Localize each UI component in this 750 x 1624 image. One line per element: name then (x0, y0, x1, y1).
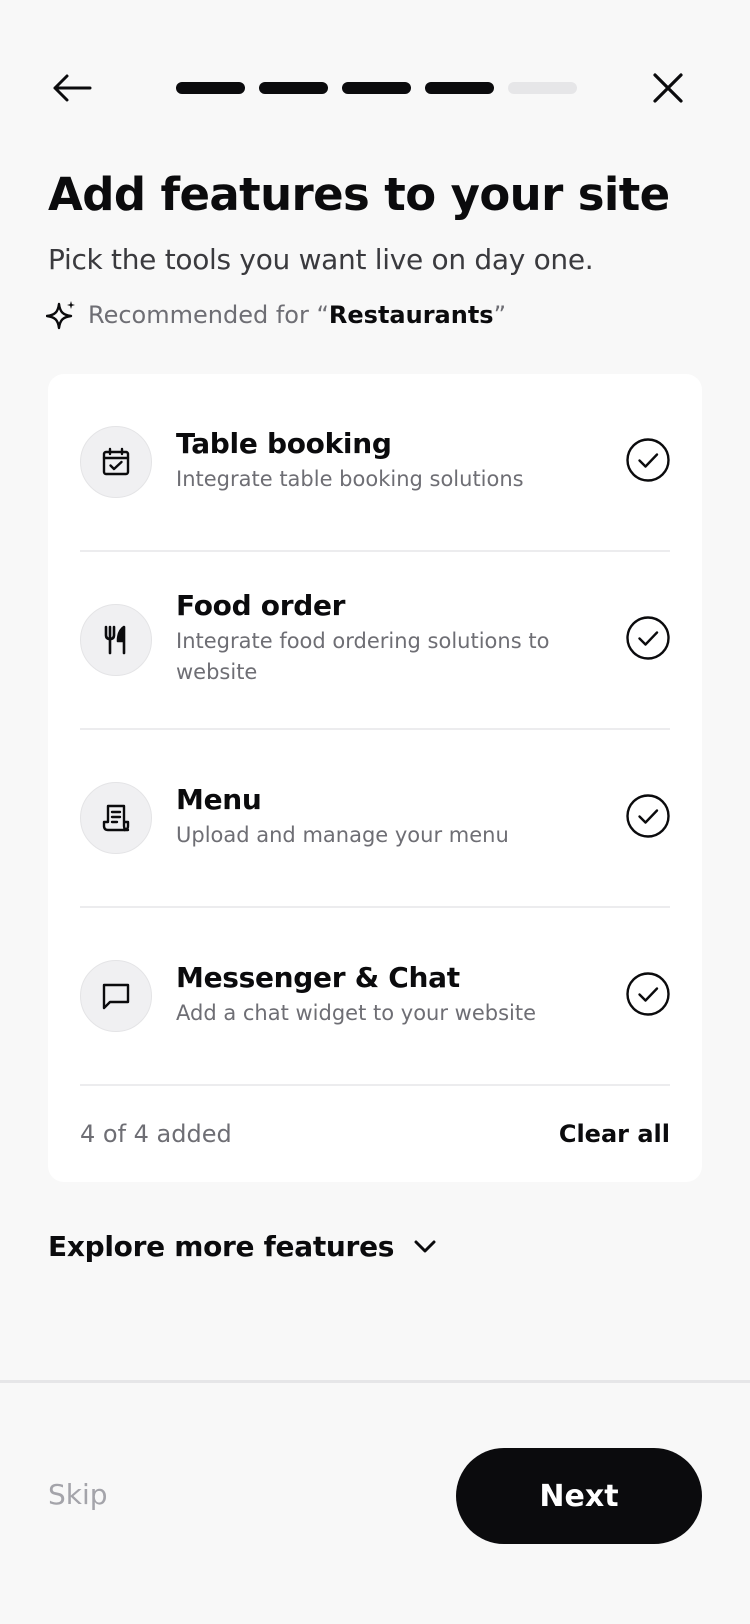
feature-text: Messenger & Chat Add a chat widget to yo… (176, 960, 576, 1029)
clear-all-button[interactable]: Clear all (559, 1120, 670, 1148)
explore-more-features-toggle[interactable]: Explore more features (48, 1230, 436, 1263)
feature-row-food-order[interactable]: Food order Integrate food ordering solut… (80, 552, 670, 730)
feature-description: Add a chat widget to your website (176, 1001, 537, 1025)
features-card: Table booking Integrate table booking so… (48, 374, 702, 1182)
feature-text: Table booking Integrate table booking so… (176, 426, 576, 495)
feature-name: Food order (176, 589, 346, 622)
feature-row-menu[interactable]: Menu Upload and manage your menu (80, 730, 670, 908)
feature-icon-container (80, 782, 152, 854)
page-title: Add features to your site (48, 168, 670, 221)
feature-text: Food order Integrate food ordering solut… (176, 588, 576, 688)
check-circle-icon (626, 438, 670, 482)
progress-step-4 (425, 82, 494, 94)
card-footer: 4 of 4 added Clear all (80, 1120, 670, 1148)
feature-toggle-table-booking[interactable] (626, 438, 670, 482)
feature-name: Messenger & Chat (176, 961, 460, 994)
feature-name: Menu (176, 783, 262, 816)
calendar-check-icon (102, 447, 130, 476)
feature-icon-container (80, 604, 152, 676)
feature-row-table-booking[interactable]: Table booking Integrate table booking so… (80, 374, 670, 552)
top-bar (0, 58, 750, 118)
progress-indicator (176, 82, 577, 94)
feature-description: Upload and manage your menu (176, 823, 509, 847)
recommended-category: Restaurants (328, 301, 494, 329)
progress-step-3 (342, 82, 411, 94)
check-circle-icon (626, 972, 670, 1016)
feature-icon-container (80, 960, 152, 1032)
feature-toggle-food-order[interactable] (626, 616, 670, 660)
feature-toggle-menu[interactable] (626, 794, 670, 838)
skip-button[interactable]: Skip (48, 1478, 108, 1511)
feature-description: Integrate food ordering solutions to web… (176, 629, 550, 684)
feature-text: Menu Upload and manage your menu (176, 782, 576, 851)
recommended-prefix: Recommended for “ (88, 301, 329, 329)
footer-divider (0, 1380, 750, 1383)
check-circle-icon (626, 616, 670, 660)
next-button[interactable]: Next (456, 1448, 702, 1544)
added-count: 4 of 4 added (80, 1120, 232, 1148)
chat-bubble-icon (102, 983, 130, 1010)
page-subtitle: Pick the tools you want live on day one. (48, 243, 594, 276)
progress-step-1 (176, 82, 245, 94)
feature-row-messenger-chat[interactable]: Messenger & Chat Add a chat widget to yo… (80, 908, 670, 1086)
feature-name: Table booking (176, 427, 392, 460)
feature-description: Integrate table booking solutions (176, 467, 524, 491)
close-icon (653, 73, 683, 103)
close-button[interactable] (644, 64, 692, 112)
arrow-left-icon (53, 74, 92, 102)
sparkle-icon (46, 300, 76, 330)
feature-icon-container (80, 426, 152, 498)
back-button[interactable] (48, 64, 96, 112)
progress-step-2 (259, 82, 328, 94)
receipt-icon (102, 804, 130, 832)
feature-toggle-messenger-chat[interactable] (626, 972, 670, 1016)
fork-knife-icon (104, 625, 126, 655)
chevron-down-icon (414, 1240, 436, 1254)
explore-more-label: Explore more features (48, 1230, 395, 1263)
progress-step-5 (508, 82, 577, 94)
check-circle-icon (626, 794, 670, 838)
recommended-label: Recommended for “Restaurants” (46, 300, 506, 330)
recommended-suffix: ” (493, 301, 507, 329)
